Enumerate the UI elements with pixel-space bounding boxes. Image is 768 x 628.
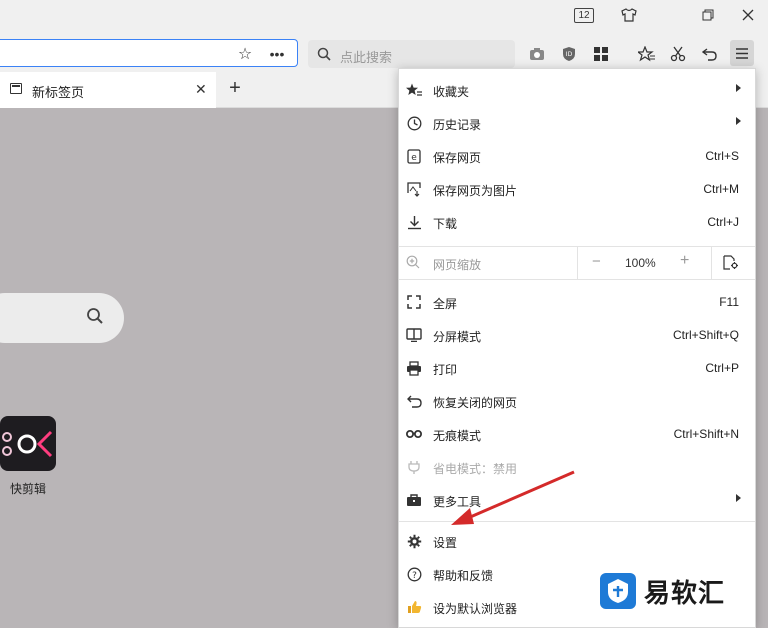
clock-icon [406, 115, 422, 131]
incognito-icon [406, 426, 422, 442]
zoom-divider [577, 247, 578, 279]
tab-count-button[interactable]: 12 [571, 4, 597, 26]
gear-icon [406, 533, 422, 549]
apps-icon[interactable] [590, 43, 612, 65]
app-label: 快剪辑 [10, 482, 47, 496]
bookmark-star-icon[interactable]: ☆ [235, 44, 255, 64]
favorites-icon[interactable] [636, 43, 658, 65]
menu-item-split-screen[interactable]: 分屏模式 Ctrl+Shift+Q [399, 319, 755, 352]
submenu-arrow-icon [736, 117, 741, 125]
toolbar: ☆ ••• 点此搜索 ID [0, 30, 768, 72]
download-icon [406, 214, 422, 230]
tab-close-icon[interactable]: ✕ [195, 81, 207, 98]
zoom-row: 网页缩放 − 100% + [399, 247, 755, 279]
scissors-icon[interactable] [667, 43, 689, 65]
search-placeholder: 点此搜索 [340, 50, 393, 65]
svg-text:ID: ID [566, 51, 573, 58]
zoom-label: 网页缩放 [433, 258, 482, 272]
svg-text:e: e [411, 153, 417, 163]
undo-icon[interactable] [699, 43, 721, 65]
menu-item-history[interactable]: 历史记录 [399, 107, 755, 140]
more-options-icon[interactable]: ••• [267, 44, 287, 64]
split-screen-icon [406, 327, 422, 343]
tab-count-badge: 12 [574, 7, 594, 23]
watermark-logo-icon [600, 573, 636, 609]
submenu-arrow-icon [736, 84, 741, 92]
print-icon [406, 360, 422, 376]
menu-item-print[interactable]: 打印 Ctrl+P [399, 352, 755, 385]
submenu-arrow-icon [736, 494, 741, 502]
menu-item-restore-closed[interactable]: 恢复关闭的网页 [399, 385, 755, 418]
menu-divider [399, 279, 755, 280]
menu-item-settings[interactable]: 设置 [399, 525, 755, 558]
restore-closed-icon [406, 393, 422, 409]
search-input[interactable]: 点此搜索 [308, 40, 515, 68]
camera-icon[interactable] [526, 43, 548, 65]
shield-icon[interactable]: ID [558, 43, 580, 65]
menu-item-favorites[interactable]: 收藏夹 [399, 74, 755, 107]
menu-item-more-tools[interactable]: 更多工具 [399, 484, 755, 517]
zoom-out-button[interactable]: − [592, 253, 601, 270]
help-icon: ? [406, 566, 422, 582]
watermark: 易软汇 [600, 569, 768, 613]
search-icon [317, 47, 331, 61]
zoom-icon [406, 255, 420, 272]
fullscreen-icon [406, 294, 422, 310]
address-bar[interactable]: ☆ ••• [0, 39, 298, 67]
menu-item-incognito[interactable]: 无痕模式 Ctrl+Shift+N [399, 418, 755, 451]
restore-icon[interactable] [695, 4, 721, 26]
zoom-divider [711, 247, 712, 279]
menu-item-fullscreen[interactable]: 全屏 F11 [399, 286, 755, 319]
new-tab-button[interactable]: + [224, 77, 246, 100]
svg-text:?: ? [412, 571, 417, 581]
menu-icon[interactable] [730, 40, 754, 66]
star-list-icon [406, 82, 422, 98]
toolbox-icon [406, 492, 422, 508]
tab-label: 新标签页 [32, 85, 85, 100]
kuaijianji-app-icon[interactable] [0, 416, 56, 471]
power-plug-icon [406, 459, 422, 475]
save-page-icon: e [406, 148, 422, 164]
save-image-icon [406, 181, 422, 197]
zoom-settings-icon[interactable] [723, 255, 739, 273]
zoom-value: 100% [625, 256, 656, 270]
watermark-text: 易软汇 [644, 577, 726, 608]
menu-item-save-as-image[interactable]: 保存网页为图片 Ctrl+M [399, 173, 755, 206]
menu-item-download[interactable]: 下载 Ctrl+J [399, 206, 755, 239]
skin-icon[interactable] [616, 4, 642, 26]
menu-item-save-page[interactable]: e 保存网页 Ctrl+S [399, 140, 755, 173]
main-menu: 收藏夹 历史记录 e 保存网页 Ctrl+S 保存网页为图片 Ctrl+M 下载… [398, 68, 756, 628]
menu-item-power-saving: 省电模式：禁用 [399, 451, 755, 484]
close-icon[interactable] [735, 4, 761, 26]
tab-new-tab-page[interactable]: 新标签页 ✕ [0, 72, 216, 108]
menu-divider [399, 521, 755, 522]
title-bar: 12 [0, 0, 768, 30]
page-icon [10, 83, 22, 94]
page-search-box[interactable] [0, 293, 124, 343]
zoom-in-button[interactable]: + [680, 252, 689, 270]
search-icon[interactable] [86, 307, 104, 325]
